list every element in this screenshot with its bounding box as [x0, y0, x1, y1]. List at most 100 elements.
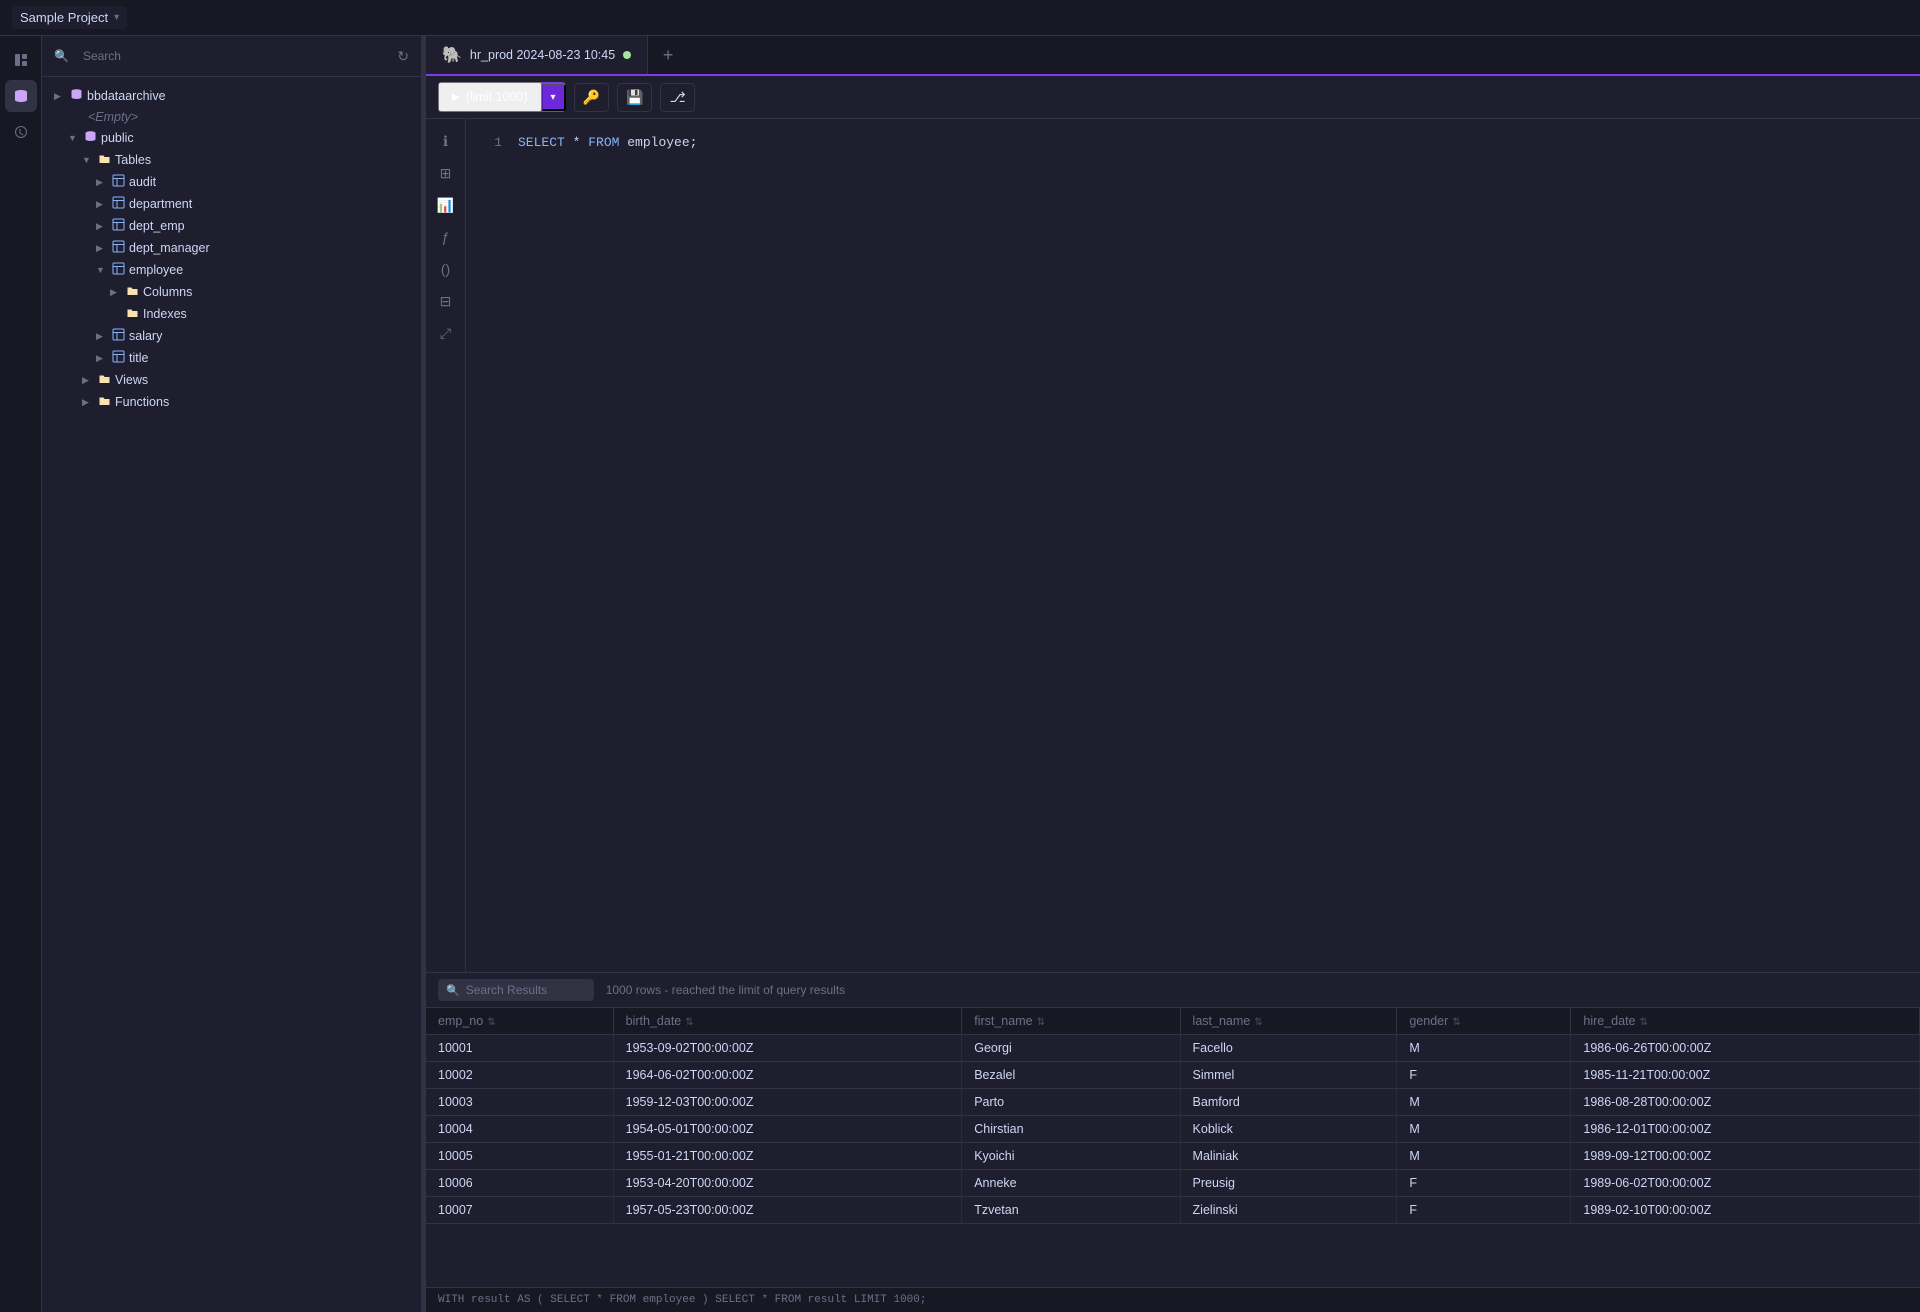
cell-birth_date: 1953-09-02T00:00:00Z	[613, 1035, 962, 1062]
tree-item-dept_emp[interactable]: ▶ dept_emp	[42, 215, 421, 237]
cell-first_name: Kyoichi	[962, 1143, 1180, 1170]
col-header-birth_date[interactable]: birth_date⇅	[613, 1008, 962, 1035]
table-row[interactable]: 100061953-04-20T00:00:00ZAnnekePreusigF1…	[426, 1170, 1920, 1197]
content-area: 🐘 hr_prod 2024-08-23 10:45 + ▶ (limit 10…	[426, 36, 1920, 1312]
tree-item-icon	[98, 372, 111, 388]
sql-line: 1 SELECT * FROM employee;	[482, 135, 1904, 150]
tree-item-label: Columns	[143, 285, 192, 299]
sort-icon[interactable]: ⇅	[685, 1017, 693, 1028]
col-header-label: emp_no	[438, 1014, 483, 1028]
grid-strip-icon[interactable]: ⊞	[432, 159, 460, 187]
sql-editor[interactable]: 1 SELECT * FROM employee;	[466, 119, 1920, 972]
cell-hire_date: 1985-11-21T00:00:00Z	[1571, 1062, 1920, 1089]
cell-gender: M	[1397, 1089, 1571, 1116]
save-button[interactable]: 💾	[617, 83, 652, 112]
cell-emp_no: 10006	[426, 1170, 613, 1197]
tree-arrow-icon: ▶	[96, 221, 108, 232]
cell-gender: M	[1397, 1116, 1571, 1143]
tree-item-empty[interactable]: <Empty>	[42, 107, 421, 127]
sidebar-search-input[interactable]	[75, 44, 391, 68]
tree-item-employee[interactable]: ▼employee	[42, 259, 421, 281]
tree-item-tables[interactable]: ▼Tables	[42, 149, 421, 171]
cell-last_name: Maliniak	[1180, 1143, 1397, 1170]
tree-item-columns[interactable]: ▶Columns	[42, 281, 421, 303]
col-header-first_name[interactable]: first_name⇅	[962, 1008, 1180, 1035]
sql-line-number: 1	[482, 135, 502, 150]
cell-gender: M	[1397, 1143, 1571, 1170]
cell-first_name: Bezalel	[962, 1062, 1180, 1089]
col-header-gender[interactable]: gender ⇅	[1397, 1008, 1571, 1035]
cell-gender: F	[1397, 1197, 1571, 1224]
sql-code: SELECT * FROM employee;	[518, 135, 697, 150]
tree-item-bbdataarchive[interactable]: ▶bbdataarchive	[42, 85, 421, 107]
paren-strip-icon[interactable]: ()	[432, 255, 460, 283]
tree-item-department[interactable]: ▶department	[42, 193, 421, 215]
cell-first_name: Chirstian	[962, 1116, 1180, 1143]
func-strip-icon[interactable]: ƒ	[432, 223, 460, 251]
run-button[interactable]: ▶ (limit 1000)	[438, 82, 542, 112]
tree-item-icon	[112, 196, 125, 212]
table-row[interactable]: 100031959-12-03T00:00:00ZPartoBamfordM19…	[426, 1089, 1920, 1116]
history-icon[interactable]	[5, 116, 37, 148]
tree-item-icon	[112, 262, 125, 278]
col-header-label: gender	[1409, 1014, 1448, 1028]
tree-item-audit[interactable]: ▶audit	[42, 171, 421, 193]
sidebar-toggle-icon[interactable]	[5, 44, 37, 76]
tree-arrow-icon: ▶	[82, 397, 94, 408]
table-row[interactable]: 100051955-01-21T00:00:00ZKyoichiMaliniak…	[426, 1143, 1920, 1170]
query-tab[interactable]: 🐘 hr_prod 2024-08-23 10:45	[426, 36, 648, 74]
sort-icon[interactable]: ⇅	[487, 1017, 495, 1028]
tree-arrow-icon: ▶	[96, 243, 108, 254]
results-info: 1000 rows - reached the limit of query r…	[606, 983, 845, 997]
col-header-emp_no[interactable]: emp_no ⇅	[426, 1008, 613, 1035]
tree-arrow-icon: ▶	[82, 375, 94, 386]
tree-item-title[interactable]: ▶title	[42, 347, 421, 369]
table-row[interactable]: 100071957-05-23T00:00:00ZTzvetanZielinsk…	[426, 1197, 1920, 1224]
tree-item-indexes[interactable]: Indexes	[42, 303, 421, 325]
cell-gender: F	[1397, 1062, 1571, 1089]
sidebar: 🔍 ↻ ▶bbdataarchive<Empty>▼public▼Tables▶…	[42, 36, 422, 1312]
tree-item-label: Functions	[115, 395, 169, 409]
sort-icon[interactable]: ⇅	[1254, 1017, 1262, 1028]
tree-item-label: dept_emp	[129, 219, 185, 233]
new-tab-button[interactable]: +	[652, 39, 684, 71]
sql-keyword: FROM	[588, 135, 619, 150]
sidebar-search-icon: 🔍	[54, 49, 69, 63]
table-row[interactable]: 100041954-05-01T00:00:00ZChirstianKoblic…	[426, 1116, 1920, 1143]
tree-item-icon	[112, 350, 125, 366]
expand-strip-icon[interactable]: ⤢	[432, 319, 460, 347]
tree-item-icon	[112, 240, 125, 256]
tab-bar: 🐘 hr_prod 2024-08-23 10:45 +	[426, 36, 1920, 76]
tree-item-views[interactable]: ▶Views	[42, 369, 421, 391]
table-row[interactable]: 100021964-06-02T00:00:00ZBezalelSimmelF1…	[426, 1062, 1920, 1089]
tree-item-public[interactable]: ▼public	[42, 127, 421, 149]
project-selector[interactable]: Sample Project ▾	[12, 6, 127, 29]
database-icon[interactable]	[5, 80, 37, 112]
tree-item-salary[interactable]: ▶salary	[42, 325, 421, 347]
sort-icon[interactable]: ⇅	[1640, 1017, 1648, 1028]
sort-icon[interactable]: ⇅	[1452, 1017, 1460, 1028]
table-row[interactable]: 100011953-09-02T00:00:00ZGeorgiFacelloM1…	[426, 1035, 1920, 1062]
run-dropdown-button[interactable]: ▾	[542, 84, 566, 111]
table-strip-icon[interactable]: ⊟	[432, 287, 460, 315]
tree-item-label: salary	[129, 329, 162, 343]
results-header: 🔍 1000 rows - reached the limit of query…	[426, 973, 1920, 1008]
results-table-wrapper[interactable]: emp_no⇅birth_date⇅first_name⇅last_name⇅g…	[426, 1008, 1920, 1287]
cell-birth_date: 1955-01-21T00:00:00Z	[613, 1143, 962, 1170]
col-header-hire_date[interactable]: hire_date⇅	[1571, 1008, 1920, 1035]
sort-icon[interactable]: ⇅	[1037, 1017, 1045, 1028]
tree-item-functions[interactable]: ▶ Functions	[42, 391, 421, 413]
key-button[interactable]: 🔑	[574, 83, 609, 112]
sidebar-refresh-button[interactable]: ↻	[397, 48, 409, 65]
cell-emp_no: 10001	[426, 1035, 613, 1062]
tree-item-label: Tables	[115, 153, 151, 167]
info-strip-icon[interactable]: ℹ	[432, 127, 460, 155]
col-header-last_name[interactable]: last_name⇅	[1180, 1008, 1397, 1035]
chart-strip-icon[interactable]: 📊	[432, 191, 460, 219]
cell-first_name: Tzvetan	[962, 1197, 1180, 1224]
results-search-input[interactable]	[466, 983, 586, 997]
cell-first_name: Parto	[962, 1089, 1180, 1116]
share-button[interactable]: ⎇	[660, 83, 694, 112]
tree-item-dept_manager[interactable]: ▶dept_manager	[42, 237, 421, 259]
cell-birth_date: 1959-12-03T00:00:00Z	[613, 1089, 962, 1116]
